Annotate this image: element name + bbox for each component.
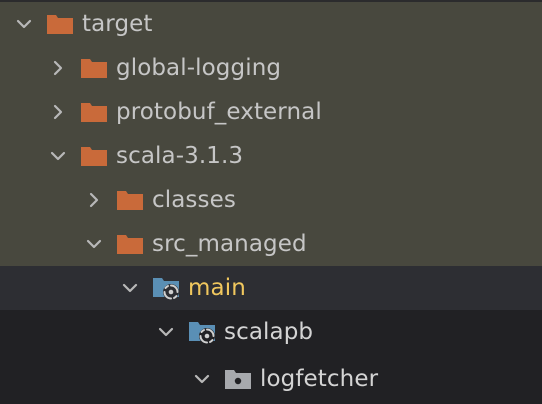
project-tree: target global-logging protobuf_external … (0, 0, 542, 404)
tree-item-label: src_managed (152, 231, 307, 257)
tree-item-classes[interactable]: classes (0, 178, 542, 222)
chevron-down-icon[interactable] (12, 12, 36, 36)
chevron-down-icon[interactable] (118, 276, 142, 300)
tree-item-label: target (82, 11, 153, 37)
chevron-down-icon[interactable] (154, 320, 178, 344)
chevron-right-icon[interactable] (46, 100, 70, 124)
tree-item-label: main (188, 275, 246, 301)
chevron-right-icon[interactable] (46, 56, 70, 80)
tree-item-scalapb[interactable]: scalapb (0, 310, 542, 354)
tree-item-scala-3-1-3[interactable]: scala-3.1.3 (0, 134, 542, 178)
excluded-folder-icon (80, 55, 110, 81)
tree-item-global-logging[interactable]: global-logging (0, 46, 542, 90)
excluded-folder-icon (116, 231, 146, 257)
tree-item-src-managed[interactable]: src_managed (0, 222, 542, 266)
tree-item-label: logfetcher (260, 366, 379, 392)
chevron-down-icon[interactable] (82, 232, 106, 256)
tree-item-label: protobuf_external (116, 99, 322, 125)
chevron-down-icon[interactable] (46, 144, 70, 168)
chevron-down-icon[interactable] (190, 367, 214, 391)
excluded-folder-icon (80, 143, 110, 169)
excluded-folder-icon (80, 99, 110, 125)
tree-item-label: scala-3.1.3 (116, 143, 244, 169)
chevron-right-icon[interactable] (82, 188, 106, 212)
tree-item-label: global-logging (116, 55, 282, 81)
excluded-folder-icon (46, 11, 76, 37)
package-folder-icon (224, 366, 254, 392)
tree-item-label: classes (152, 187, 236, 213)
excluded-folder-icon (116, 187, 146, 213)
generated-source-folder-icon (188, 319, 218, 345)
generated-source-folder-icon (152, 275, 182, 301)
tree-item-target[interactable]: target (0, 2, 542, 46)
tree-item-label: scalapb (224, 319, 314, 345)
tree-item-main[interactable]: main (0, 266, 542, 310)
tree-item-logfetcher[interactable]: logfetcher (0, 354, 542, 404)
tree-item-protobuf-external[interactable]: protobuf_external (0, 90, 542, 134)
